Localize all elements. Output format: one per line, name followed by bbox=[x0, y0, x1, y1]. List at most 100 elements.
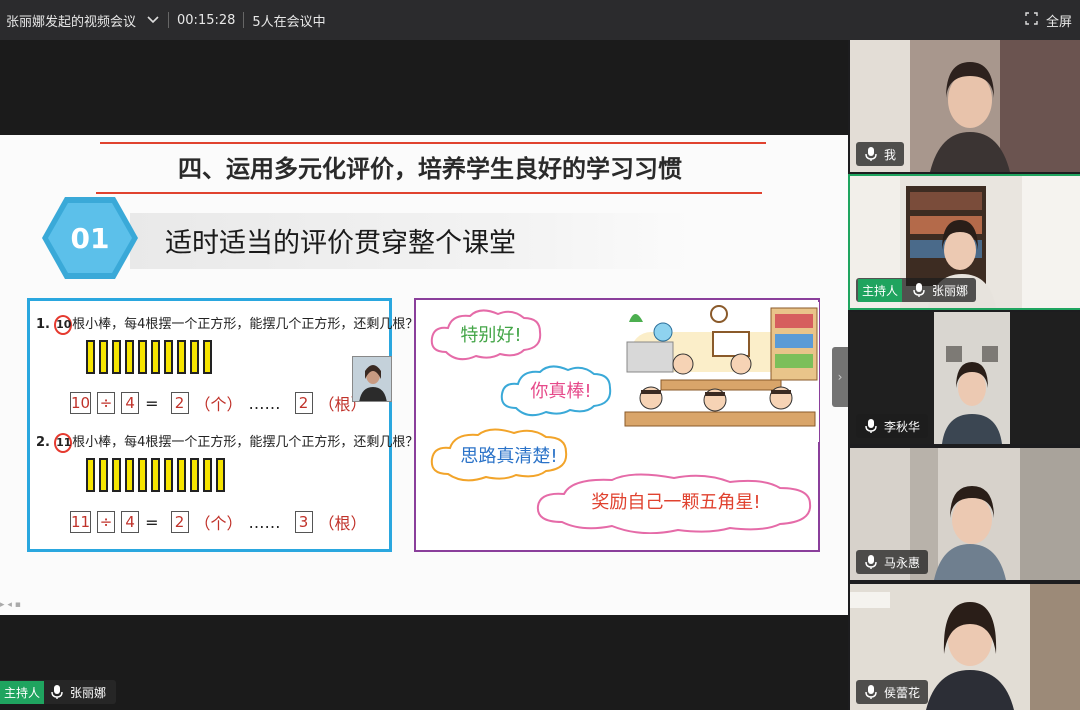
praise-text: 特别好! bbox=[460, 325, 522, 346]
unit-label: （个） bbox=[194, 395, 243, 414]
participant-label: 李秋华 bbox=[856, 414, 929, 438]
host-badge: 主持人 bbox=[0, 680, 45, 704]
chevron-right-icon[interactable]: › bbox=[832, 347, 848, 407]
dividend-box: 10 bbox=[70, 392, 92, 414]
stick bbox=[177, 340, 186, 374]
stick bbox=[112, 340, 121, 374]
stick bbox=[190, 340, 199, 374]
praise-text: 奖励自己一颗五角星! bbox=[591, 492, 761, 513]
video-tile[interactable]: 我 bbox=[850, 40, 1080, 172]
microphone-icon[interactable] bbox=[864, 684, 878, 700]
stick bbox=[99, 458, 108, 492]
meeting-title[interactable]: 张丽娜发起的视频会议 bbox=[6, 11, 136, 30]
video-tile-active[interactable]: 主持人 张丽娜 bbox=[848, 174, 1080, 310]
exercise-box: 1. 10根小棒，每4根摆一个正方形，能摆几个正方形，还剩几根？ 10 ÷ 4 … bbox=[27, 298, 418, 552]
participant-label: 马永惠 bbox=[856, 550, 929, 574]
video-tile[interactable]: 马永惠 bbox=[850, 448, 1080, 580]
participant-name: 李秋华 bbox=[884, 419, 921, 434]
microphone-icon[interactable] bbox=[50, 684, 64, 700]
microphone-icon[interactable] bbox=[864, 418, 878, 434]
circled-number: 10 bbox=[54, 315, 73, 335]
participant-label: 侯蕾花 bbox=[856, 680, 929, 704]
participant-name: 张丽娜 bbox=[932, 283, 969, 298]
question-index: 2. bbox=[36, 435, 50, 450]
equation-1: 10 ÷ 4 = 2 （个） …… 2 （根） bbox=[70, 391, 367, 415]
presenter-label: 主持人 张丽娜 bbox=[0, 680, 117, 704]
operator-box: ÷ bbox=[97, 392, 116, 414]
participant-count[interactable]: 5人在会议中 bbox=[252, 11, 325, 30]
fullscreen-icon bbox=[1025, 11, 1038, 29]
stick bbox=[177, 458, 186, 492]
microphone-icon[interactable] bbox=[912, 282, 926, 298]
presentation-slide: 四、运用多元化评价，培养学生良好的学习习惯 01 适时适当的评价贯穿整个课堂 1… bbox=[0, 135, 848, 615]
unit-label: （根） bbox=[318, 514, 367, 533]
slide-title: 四、运用多元化评价，培养学生良好的学习习惯 bbox=[178, 155, 682, 183]
question-text: 根小棒，每4根摆一个正方形，能摆几个正方形，还剩几根？ bbox=[72, 435, 419, 450]
elapsed-time: 00:15:28 bbox=[177, 12, 236, 28]
stick bbox=[112, 458, 121, 492]
question-1: 1. 10根小棒，每4根摆一个正方形，能摆几个正方形，还剩几根？ bbox=[36, 313, 418, 335]
unit-label: （个） bbox=[194, 514, 243, 533]
presenter-name: 张丽娜 bbox=[70, 685, 107, 700]
divider bbox=[168, 12, 170, 28]
microphone-icon[interactable] bbox=[864, 146, 878, 162]
stick-row bbox=[86, 340, 212, 374]
stick bbox=[99, 340, 108, 374]
participant-label: 主持人 张丽娜 bbox=[856, 278, 977, 302]
remainder-box: 3 bbox=[294, 511, 313, 533]
question-index: 1. bbox=[36, 317, 50, 332]
quotient-box: 2 bbox=[170, 511, 189, 533]
equals-sign: = bbox=[145, 512, 159, 532]
stick bbox=[190, 458, 199, 492]
participant-name: 马永惠 bbox=[884, 555, 921, 570]
participant-panel: 我 主持人 张丽娜 李秋华 马永惠 侯蕾花 bbox=[848, 40, 1080, 710]
microphone-icon[interactable] bbox=[864, 554, 878, 570]
ellipsis: …… bbox=[248, 512, 281, 532]
video-tile[interactable]: 侯蕾花 bbox=[850, 584, 1080, 710]
divisor-box: 4 bbox=[121, 511, 140, 533]
circled-number: 11 bbox=[54, 433, 73, 453]
stick bbox=[125, 340, 134, 374]
stick bbox=[86, 340, 95, 374]
section-number: 01 bbox=[70, 221, 110, 255]
stick bbox=[125, 458, 134, 492]
question-2: 2. 11根小棒，每4根摆一个正方形，能摆几个正方形，还剩几根？ bbox=[36, 431, 418, 453]
divider bbox=[243, 12, 245, 28]
equation-2: 11 ÷ 4 = 2 （个） …… 3 （根） bbox=[70, 510, 367, 534]
chevron-down-icon[interactable] bbox=[146, 13, 160, 27]
fullscreen-button[interactable]: 全屏 bbox=[1025, 0, 1072, 40]
stick bbox=[138, 340, 147, 374]
slide-subtitle: 适时适当的评价贯穿整个课堂 bbox=[165, 228, 516, 259]
dividend-box: 11 bbox=[70, 511, 92, 533]
participant-label: 我 bbox=[856, 142, 905, 166]
quotient-box: 2 bbox=[170, 392, 189, 414]
remainder-box: 2 bbox=[294, 392, 313, 414]
host-badge: 主持人 bbox=[858, 278, 903, 302]
video-tile[interactable]: 李秋华 bbox=[850, 312, 1080, 444]
equals-sign: = bbox=[145, 393, 159, 413]
stick bbox=[151, 340, 160, 374]
divisor-box: 4 bbox=[121, 392, 140, 414]
participant-name: 我 bbox=[884, 147, 897, 162]
operator-box: ÷ bbox=[97, 511, 116, 533]
stick bbox=[164, 458, 173, 492]
participant-name: 侯蕾花 bbox=[884, 685, 921, 700]
stick bbox=[216, 458, 225, 492]
question-text: 根小棒，每4根摆一个正方形，能摆几个正方形，还剩几根？ bbox=[72, 317, 419, 332]
stick bbox=[86, 458, 95, 492]
stick bbox=[138, 458, 147, 492]
stick bbox=[164, 340, 173, 374]
classroom-illustration bbox=[621, 302, 819, 442]
presenter-thumbnail[interactable] bbox=[352, 356, 392, 402]
stick-row bbox=[86, 458, 225, 492]
shared-screen: 四、运用多元化评价，培养学生良好的学习习惯 01 适时适当的评价贯穿整个课堂 1… bbox=[0, 40, 848, 710]
praise-text: 你真棒! bbox=[530, 381, 592, 402]
ellipsis: …… bbox=[248, 393, 281, 413]
fullscreen-label: 全屏 bbox=[1045, 14, 1072, 30]
slide-control-hint: ▸ ◂ ▪ bbox=[0, 600, 21, 610]
stick bbox=[151, 458, 160, 492]
stick bbox=[203, 340, 212, 374]
title-rule-bottom bbox=[96, 192, 762, 194]
stick bbox=[203, 458, 212, 492]
praise-box: 特别好! 你真棒! 思路真清楚! 奖励自己一颗五角星! bbox=[414, 298, 820, 552]
